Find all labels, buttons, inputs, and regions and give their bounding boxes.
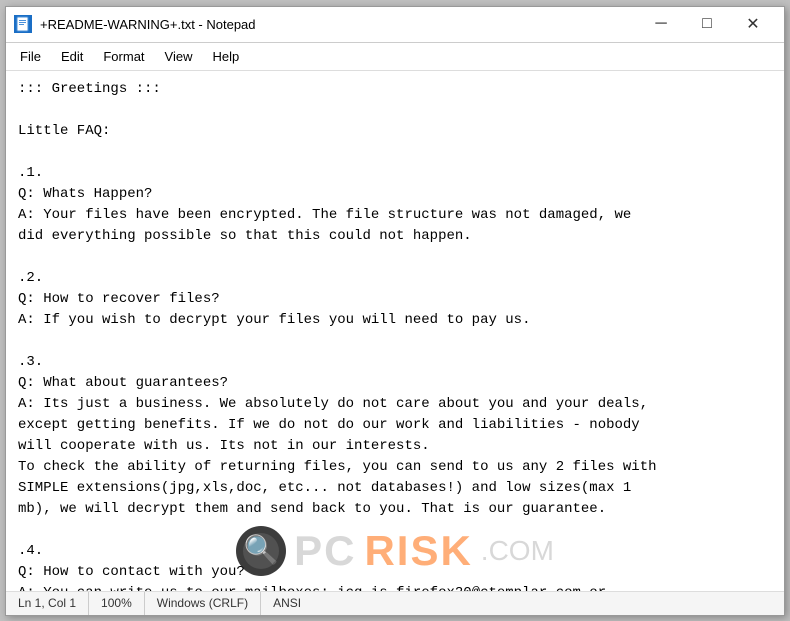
notepad-window: +README-WARNING+.txt - Notepad ─ □ ✕ Fil… — [5, 6, 785, 616]
menu-file[interactable]: File — [10, 46, 51, 67]
menu-bar: File Edit Format View Help — [6, 43, 784, 71]
minimize-button[interactable]: ─ — [638, 9, 684, 39]
menu-view[interactable]: View — [155, 46, 203, 67]
content-wrapper: ::: Greetings ::: Little FAQ: .1. Q: Wha… — [6, 71, 784, 591]
status-encoding: ANSI — [261, 592, 313, 615]
maximize-button[interactable]: □ — [684, 9, 730, 39]
menu-edit[interactable]: Edit — [51, 46, 93, 67]
app-icon — [14, 15, 32, 33]
status-line-col: Ln 1, Col 1 — [6, 592, 89, 615]
close-button[interactable]: ✕ — [730, 9, 776, 39]
menu-format[interactable]: Format — [93, 46, 154, 67]
status-line-ending: Windows (CRLF) — [145, 592, 261, 615]
status-bar: Ln 1, Col 1 100% Windows (CRLF) ANSI — [6, 591, 784, 615]
title-bar: +README-WARNING+.txt - Notepad ─ □ ✕ — [6, 7, 784, 43]
window-title: +README-WARNING+.txt - Notepad — [40, 17, 638, 32]
text-content[interactable]: ::: Greetings ::: Little FAQ: .1. Q: Wha… — [6, 71, 784, 591]
status-zoom: 100% — [89, 592, 145, 615]
window-controls: ─ □ ✕ — [638, 9, 776, 39]
menu-help[interactable]: Help — [202, 46, 249, 67]
